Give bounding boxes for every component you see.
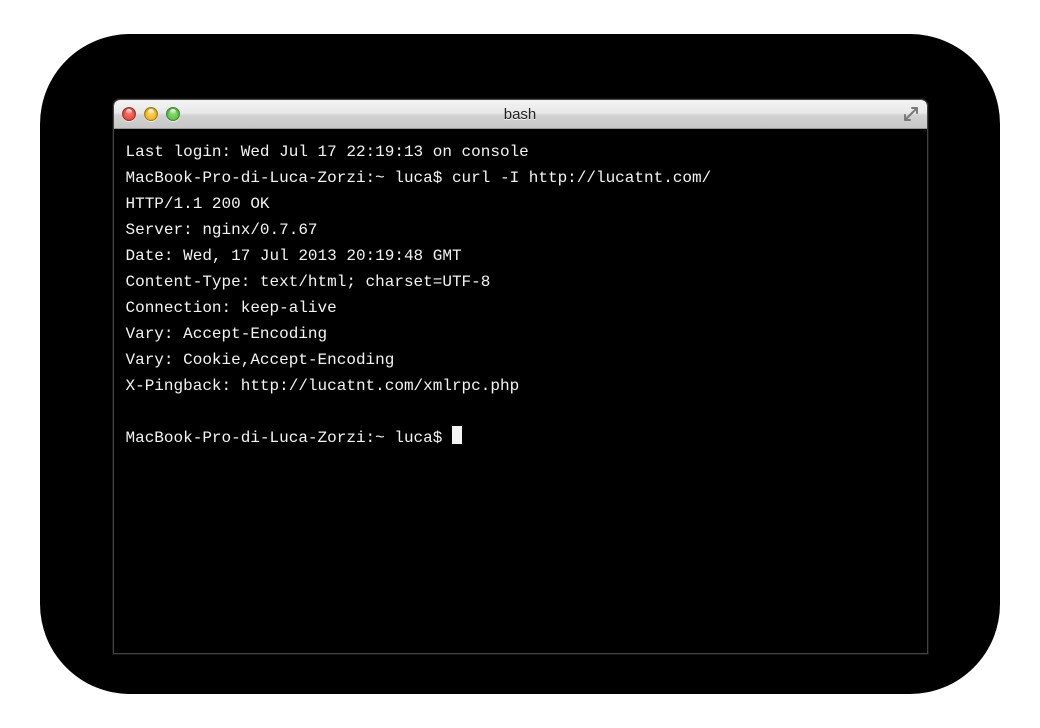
terminal-line: Server: nginx/0.7.67: [126, 221, 318, 239]
terminal-line: MacBook-Pro-di-Luca-Zorzi:~ luca$ curl -…: [126, 169, 712, 187]
terminal-line: Last login: Wed Jul 17 22:19:13 on conso…: [126, 143, 529, 161]
zoom-icon[interactable]: [166, 107, 180, 121]
terminal-line: Date: Wed, 17 Jul 2013 20:19:48 GMT: [126, 247, 462, 265]
outer-frame: bash Last login: Wed Jul 17 22:19:13 on …: [40, 34, 1000, 694]
terminal-line: Content-Type: text/html; charset=UTF-8: [126, 273, 491, 291]
close-icon[interactable]: [122, 107, 136, 121]
terminal-cursor: [452, 426, 462, 444]
minimize-icon[interactable]: [144, 107, 158, 121]
terminal-line: Connection: keep-alive: [126, 299, 337, 317]
titlebar[interactable]: bash: [114, 100, 927, 129]
window-title: bash: [114, 106, 927, 123]
terminal-line: HTTP/1.1 200 OK: [126, 195, 270, 213]
terminal-window: bash Last login: Wed Jul 17 22:19:13 on …: [113, 99, 928, 654]
terminal-line: MacBook-Pro-di-Luca-Zorzi:~ luca$: [126, 429, 452, 447]
terminal-line: Vary: Cookie,Accept-Encoding: [126, 351, 395, 369]
terminal-output[interactable]: Last login: Wed Jul 17 22:19:13 on conso…: [114, 129, 927, 653]
expand-icon[interactable]: [903, 106, 919, 122]
terminal-line: X-Pingback: http://lucatnt.com/xmlrpc.ph…: [126, 377, 520, 395]
traffic-lights: [122, 107, 180, 121]
terminal-line: Vary: Accept-Encoding: [126, 325, 328, 343]
